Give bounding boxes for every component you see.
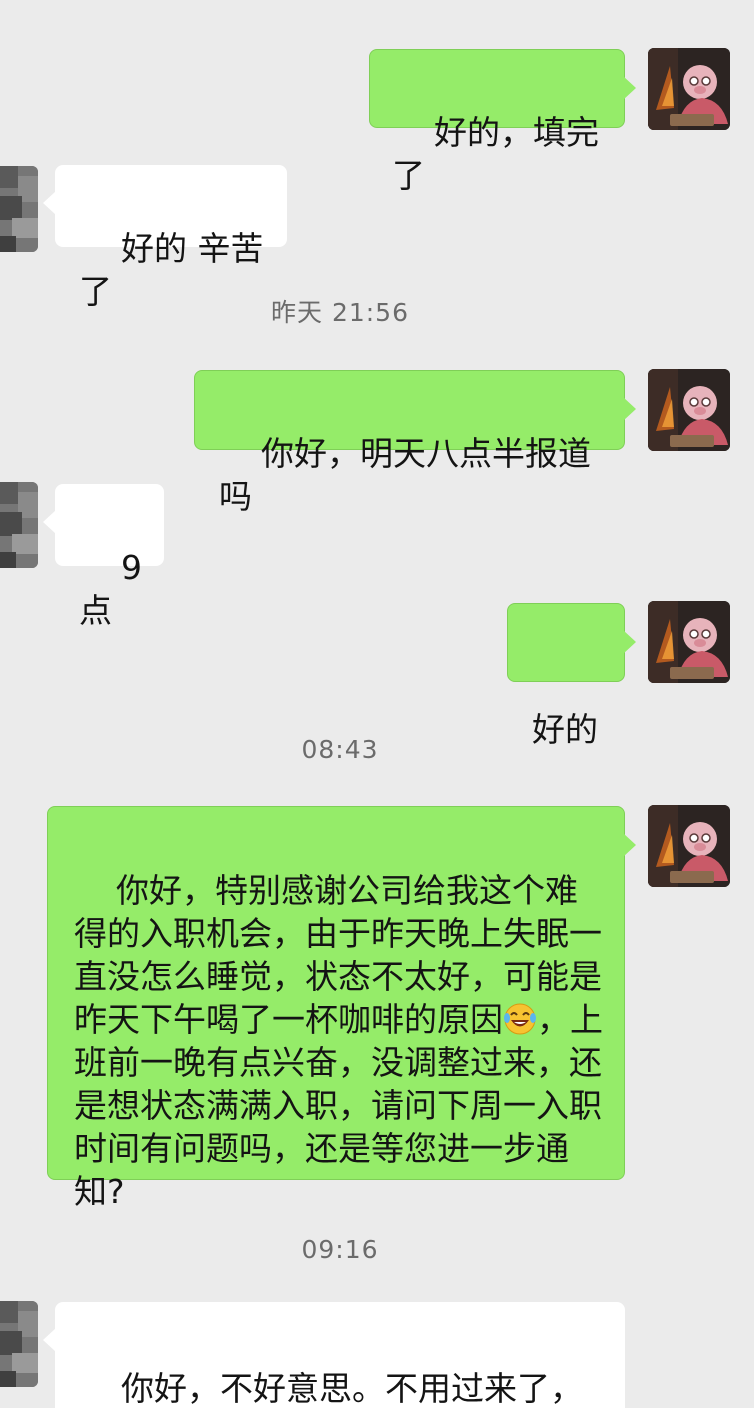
received-message-bubble[interactable]: 你好，不好意思。不用过来了，祝找到心仪的工作。谢谢 <box>43 1302 625 1408</box>
blurred-avatar-icon <box>0 1301 38 1387</box>
received-message-bubble[interactable]: 9点 <box>43 484 164 630</box>
self-avatar[interactable] <box>648 48 730 130</box>
pig-avatar-icon <box>648 48 730 130</box>
contact-avatar[interactable] <box>0 166 38 252</box>
self-avatar[interactable] <box>648 805 730 887</box>
blurred-avatar-icon <box>0 166 38 252</box>
sent-message-bubble[interactable]: 好的 <box>507 603 636 749</box>
self-avatar[interactable] <box>648 601 730 683</box>
message-text: 你好，不好意思。不用过来了，祝找到心仪的工作。谢谢 <box>120 1369 583 1408</box>
laughing-with-tears-emoji-icon <box>503 1002 537 1036</box>
pig-avatar-icon <box>648 369 730 451</box>
blurred-avatar-icon <box>0 482 38 568</box>
timestamp: 09:16 <box>301 1235 379 1264</box>
pig-avatar-icon <box>648 805 730 887</box>
sent-message-bubble[interactable]: 好的，填完了 <box>369 49 636 195</box>
sent-message-bubble[interactable]: 你好，明天八点半报道吗 <box>194 370 636 516</box>
message-text: 9点 <box>79 548 142 630</box>
received-message-bubble[interactable]: 好的 辛苦了 <box>43 165 287 311</box>
pig-avatar-icon <box>648 601 730 683</box>
timestamp: 08:43 <box>301 735 379 764</box>
timestamp: 昨天 21:56 <box>271 298 409 327</box>
message-text: 好的，填完了 <box>392 113 599 195</box>
self-avatar[interactable] <box>648 369 730 451</box>
sent-message-bubble[interactable]: 你好，特别感谢公司给我这个难得的入职机会，由于昨天晚上失眠一直没怎么睡觉，状态不… <box>47 806 636 1211</box>
contact-avatar[interactable] <box>0 482 38 568</box>
message-text: 你好，明天八点半报道吗 <box>219 434 591 516</box>
contact-avatar[interactable] <box>0 1301 38 1387</box>
chat-history[interactable]: 好的，填完了 好的 辛苦了 昨天 21:56 你好，明天八点半报道吗 9点 好的… <box>0 0 754 1408</box>
